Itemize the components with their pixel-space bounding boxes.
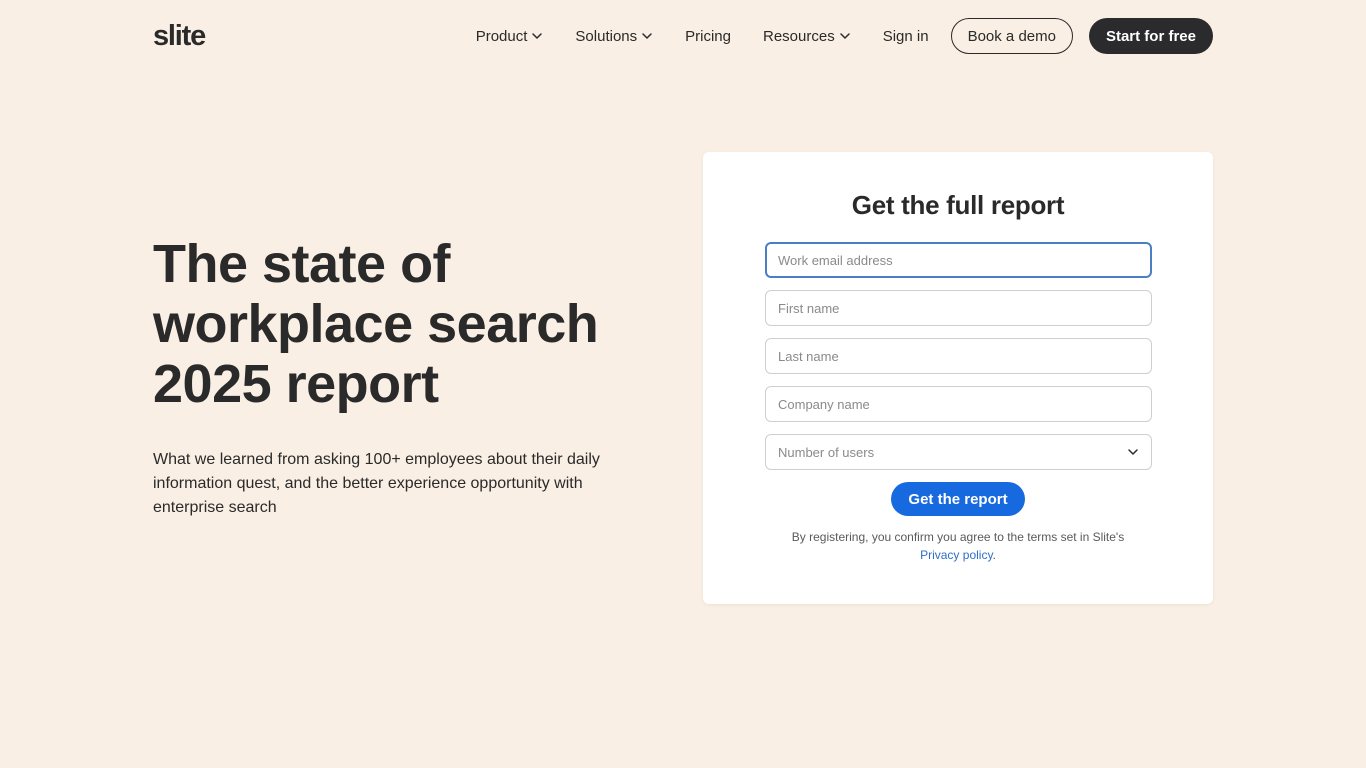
nav-sign-in-label: Sign in bbox=[882, 27, 929, 45]
hero-title: The state of workplace search 2025 repor… bbox=[153, 234, 599, 414]
site-header: slite Product Solutions Pricing Resource… bbox=[153, 0, 1213, 72]
number-of-users-select[interactable]: Number of users bbox=[765, 434, 1152, 470]
company-name-input[interactable] bbox=[765, 386, 1152, 422]
nav-solutions-label: Solutions bbox=[575, 27, 638, 45]
nav-pricing[interactable]: Pricing bbox=[685, 28, 731, 45]
get-report-button[interactable]: Get the report bbox=[891, 482, 1025, 516]
page: slite Product Solutions Pricing Resource… bbox=[0, 0, 1366, 768]
work-email-input[interactable] bbox=[765, 242, 1152, 278]
chevron-down-icon bbox=[1127, 446, 1139, 458]
privacy-policy-link[interactable]: Privacy policy bbox=[920, 548, 992, 562]
chevron-down-icon bbox=[641, 30, 653, 42]
nav-product-label: Product bbox=[475, 27, 528, 45]
nav-pricing-label: Pricing bbox=[685, 27, 731, 45]
chevron-down-icon bbox=[839, 30, 851, 42]
legal-text: By registering, you confirm you agree to… bbox=[791, 530, 1125, 544]
nav-solutions[interactable]: Solutions bbox=[575, 28, 653, 45]
legal-notice: By registering, you confirm you agree to… bbox=[703, 528, 1213, 564]
legal-end: . bbox=[992, 548, 996, 562]
hero-subtitle: What we learned from asking 100+ employe… bbox=[153, 451, 600, 516]
nav-resources[interactable]: Resources bbox=[763, 28, 851, 45]
main-nav: Product Solutions Pricing Resources Sign… bbox=[476, 0, 1213, 72]
report-form-card: Get the full report Number of users Get … bbox=[703, 152, 1213, 604]
form-title: Get the full report bbox=[851, 190, 1065, 220]
first-name-input[interactable] bbox=[765, 290, 1152, 326]
slite-logo[interactable]: slite bbox=[153, 21, 206, 51]
nav-resources-label: Resources bbox=[763, 27, 835, 45]
last-name-input[interactable] bbox=[765, 338, 1152, 374]
nav-product[interactable]: Product bbox=[476, 28, 544, 45]
number-of-users-value: Number of users bbox=[778, 444, 875, 460]
start-free-button[interactable]: Start for free bbox=[1088, 18, 1213, 54]
nav-sign-in[interactable]: Sign in bbox=[883, 28, 929, 45]
book-demo-button[interactable]: Book a demo bbox=[950, 18, 1073, 54]
chevron-down-icon bbox=[531, 30, 543, 42]
